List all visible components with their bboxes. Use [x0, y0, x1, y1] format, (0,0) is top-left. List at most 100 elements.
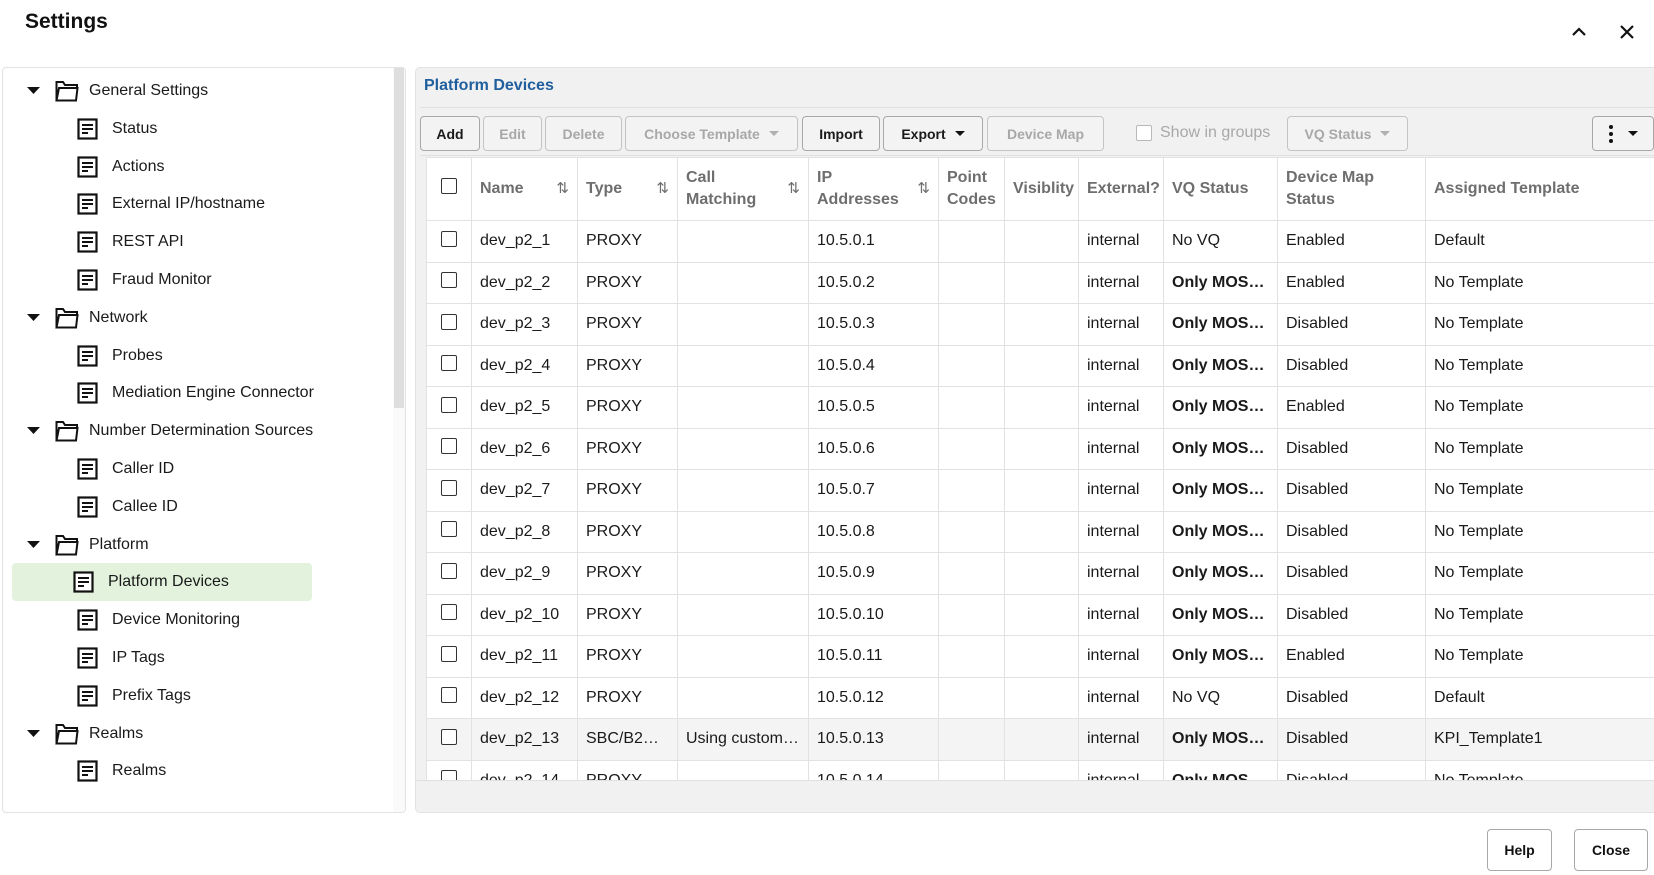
caret-down-icon[interactable] — [27, 313, 40, 322]
table-row[interactable]: dev_p2_11 PROXY 10.5.0.11 internal Only MOSc… — [426, 635, 1654, 678]
column-header-call-matching[interactable]: Call Matching ⇅ — [677, 157, 809, 221]
tree-item-probes[interactable]: Probes — [3, 337, 163, 375]
caret-down-icon[interactable] — [27, 427, 40, 435]
sort-icon[interactable]: ⇅ — [787, 178, 800, 200]
caret-down-icon[interactable] — [27, 87, 40, 95]
expand-toggle[interactable] — [27, 422, 41, 440]
cell-device-map-status: Disabled — [1277, 510, 1426, 553]
tree-item-platform-devices[interactable]: Platform Devices — [12, 563, 312, 602]
import-button[interactable]: Import — [802, 116, 880, 151]
column-header-vq-status: VQ Status — [1163, 157, 1278, 221]
row-checkbox[interactable] — [441, 604, 457, 621]
row-checkbox[interactable] — [441, 728, 457, 745]
tree-folder-network[interactable]: Network — [3, 299, 148, 337]
cell-assigned-template: No Template — [1425, 261, 1654, 304]
tree-item-status[interactable]: Status — [3, 110, 157, 148]
table-row[interactable]: dev_p2_8 PROXY 10.5.0.8 internal Only MOSc… D… — [426, 510, 1654, 553]
table-row[interactable]: dev_p2_3 PROXY 10.5.0.3 internal Only MOSc… D… — [426, 303, 1654, 346]
caret-down-icon[interactable] — [27, 540, 40, 549]
tree-item-callee-id[interactable]: Callee ID — [3, 488, 178, 526]
device-map-button[interactable]: Device Map — [987, 116, 1104, 151]
cell-call-matching: Using custom … — [677, 718, 809, 761]
choose-template-dropdown[interactable]: Choose Template — [625, 116, 798, 151]
cell-type: PROXY — [577, 303, 678, 346]
column-header-ip-addresses[interactable]: IP Addresses ⇅ — [808, 157, 939, 221]
delete-button[interactable]: Delete — [545, 116, 622, 151]
row-checkbox[interactable] — [441, 479, 457, 496]
vq-status-filter-dropdown[interactable]: VQ Status — [1287, 116, 1408, 151]
tree-item-realms[interactable]: Realms — [3, 752, 166, 790]
document-icon — [77, 496, 98, 518]
table-row[interactable]: dev_p2_12 PROXY 10.5.0.12 internal No VQ Disa… — [426, 676, 1654, 719]
tree-item-external-ip-hostname[interactable]: External IP/hostname — [3, 185, 265, 223]
tree-folder-number-determination-sources[interactable]: Number Determination Sources — [3, 412, 313, 450]
table-row[interactable]: dev_p2_9 PROXY 10.5.0.9 internal Only MOSc… D… — [426, 552, 1654, 595]
caret-down-icon[interactable] — [27, 729, 40, 738]
help-button[interactable]: Help — [1487, 829, 1552, 871]
add-button[interactable]: Add — [420, 116, 480, 151]
more-actions-dropdown[interactable] — [1592, 116, 1654, 151]
row-checkbox[interactable] — [441, 521, 457, 538]
table-row[interactable]: dev_p2_1 PROXY 10.5.0.1 internal No VQ Enable… — [426, 220, 1654, 263]
export-dropdown[interactable]: Export — [883, 116, 983, 151]
sidebar-scrollbar[interactable] — [393, 68, 405, 812]
sort-icon[interactable]: ⇅ — [917, 178, 930, 200]
column-label: Visiblity — [1013, 180, 1075, 197]
cell-ip-addresses: 10.5.0.6 — [808, 427, 939, 470]
tree-item-rest-api[interactable]: REST API — [3, 223, 184, 261]
column-header-type[interactable]: Type ⇅ — [577, 157, 678, 221]
row-checkbox[interactable] — [441, 438, 457, 455]
tree-folder-realms[interactable]: Realms — [3, 715, 143, 753]
expand-toggle[interactable] — [27, 536, 41, 554]
column-header-assigned-template: Assigned Template — [1425, 157, 1654, 221]
vq-status-filter-label: VQ Status — [1304, 125, 1372, 142]
tree-folder-general-settings[interactable]: General Settings — [3, 72, 208, 110]
row-checkbox[interactable] — [441, 230, 457, 247]
sidebar-scrollbar-thumb[interactable] — [394, 68, 404, 408]
expand-toggle[interactable] — [27, 725, 41, 743]
table-row[interactable]: dev_p2_4 PROXY 10.5.0.4 internal Only MOSc… D… — [426, 344, 1654, 387]
tree-item-fraud-monitor[interactable]: Fraud Monitor — [3, 261, 212, 299]
tree-item-ip-tags[interactable]: IP Tags — [3, 639, 165, 677]
collapse-button[interactable] — [1565, 18, 1593, 46]
tree-item-actions[interactable]: Actions — [3, 148, 164, 186]
tree-item-prefix-tags[interactable]: Prefix Tags — [3, 677, 191, 715]
table-row[interactable]: dev_p2_5 PROXY 10.5.0.5 internal Only MOSc… E… — [426, 386, 1654, 429]
table-row[interactable]: dev_p2_10 PROXY 10.5.0.10 internal Only MOSc… — [426, 593, 1654, 636]
table-row[interactable]: dev_p2_13 SBC/B2BUA Using custom … 10.5.0.1… — [426, 718, 1654, 761]
row-checkbox[interactable] — [441, 687, 457, 704]
document-icon — [77, 458, 98, 480]
cell-assigned-template: No Template — [1425, 386, 1654, 429]
close-dialog-button[interactable] — [1613, 18, 1641, 46]
show-in-groups-checkbox[interactable] — [1136, 125, 1152, 141]
close-button[interactable]: Close — [1574, 829, 1648, 871]
table-row[interactable]: dev_p2_14 PROXY 10.5.0.14 internal Only MOSc… — [426, 759, 1654, 782]
row-checkbox[interactable] — [441, 562, 457, 579]
sort-icon[interactable]: ⇅ — [556, 178, 569, 200]
row-checkbox[interactable] — [441, 272, 457, 289]
row-checkbox[interactable] — [441, 396, 457, 413]
expand-toggle[interactable] — [27, 309, 41, 327]
row-checkbox[interactable] — [441, 355, 457, 372]
row-checkbox[interactable] — [441, 645, 457, 662]
tree-item-device-monitoring[interactable]: Device Monitoring — [3, 601, 240, 639]
show-in-groups-toggle[interactable]: Show in groups — [1136, 124, 1270, 142]
tree-label: Actions — [112, 157, 165, 175]
expand-toggle[interactable] — [27, 82, 41, 100]
row-select-cell — [426, 635, 472, 678]
cell-name: dev_p2_13 — [471, 718, 578, 761]
tree-folder-platform[interactable]: Platform — [3, 526, 149, 564]
table-row[interactable]: dev_p2_2 PROXY 10.5.0.2 internal Only MOSc… E… — [426, 261, 1654, 304]
row-checkbox[interactable] — [441, 313, 457, 330]
tree-item-mediation-engine-connector[interactable]: Mediation Engine Connector — [3, 374, 314, 412]
cell-name: dev_p2_6 — [471, 427, 578, 470]
column-header-name[interactable]: Name ⇅ — [471, 157, 578, 221]
select-all-checkbox[interactable] — [441, 177, 457, 194]
sort-icon[interactable]: ⇅ — [656, 178, 669, 200]
cell-visibility — [1004, 303, 1079, 346]
table-row[interactable]: dev_p2_7 PROXY 10.5.0.7 internal Only MOSc… D… — [426, 469, 1654, 512]
edit-button[interactable]: Edit — [483, 116, 542, 151]
tree-item-caller-id[interactable]: Caller ID — [3, 450, 174, 488]
table-row[interactable]: dev_p2_6 PROXY 10.5.0.6 internal Only MOSc… D… — [426, 427, 1654, 470]
cell-device-map-status: Disabled — [1277, 593, 1426, 636]
